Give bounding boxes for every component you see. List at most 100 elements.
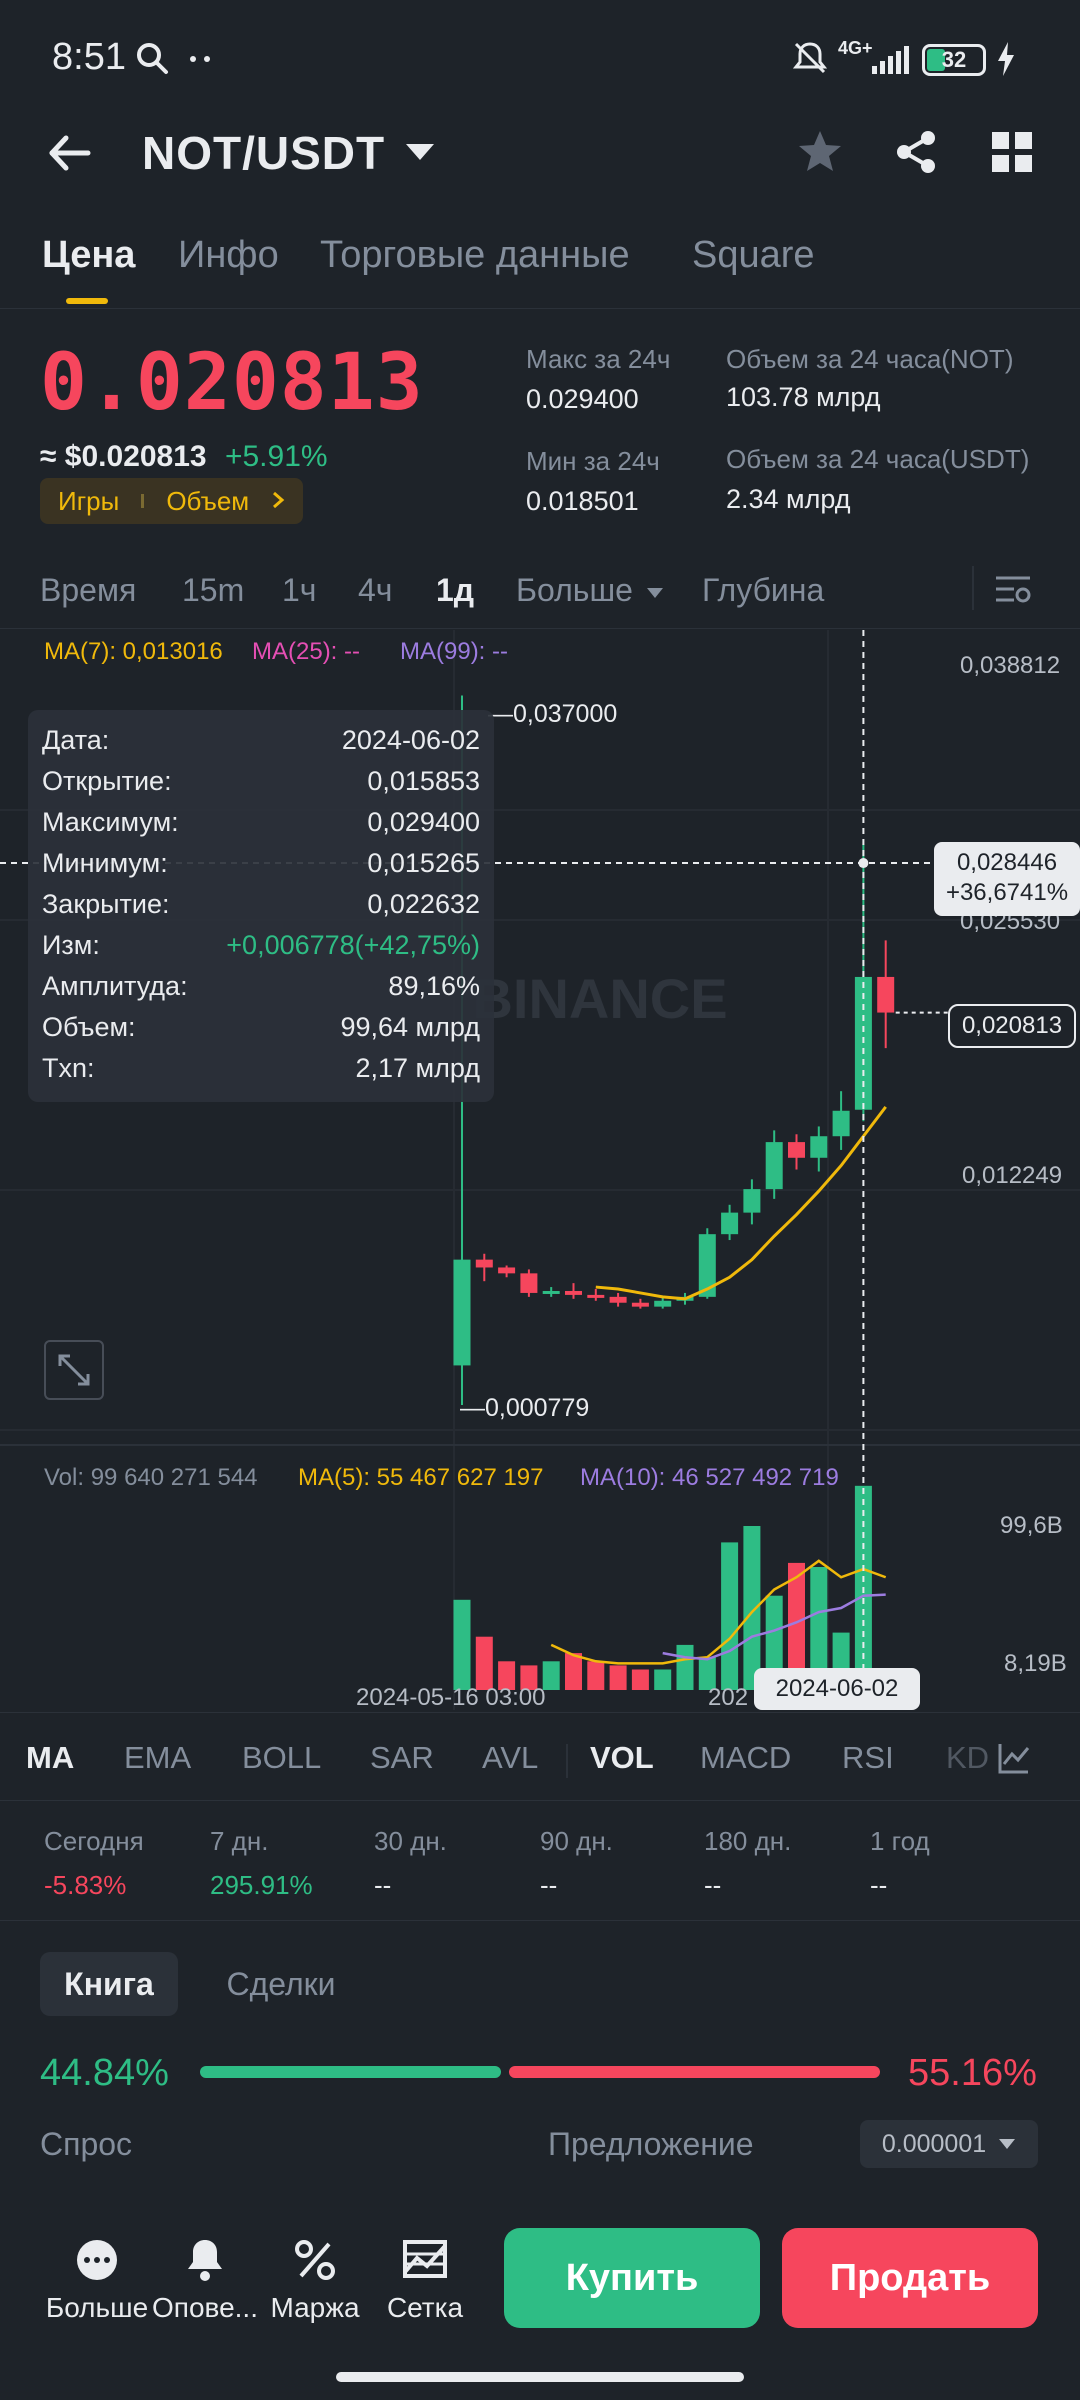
tooltip-key: Закрытие: xyxy=(42,889,170,919)
tooltip-row: Минимум: 0,015265 xyxy=(42,843,480,884)
fullscreen-button[interactable] xyxy=(44,1340,104,1400)
interval-depth[interactable]: Глубина xyxy=(702,572,824,609)
x-axis-label: 2024-05-16 03:00 xyxy=(356,1684,546,1711)
indicator-settings-icon[interactable] xyxy=(996,1740,1032,1781)
tab-square[interactable]: Square xyxy=(692,234,815,277)
chart-settings-icon[interactable] xyxy=(994,570,1032,613)
volume-bar xyxy=(721,1542,739,1690)
candle-body xyxy=(832,1110,850,1137)
tooltip-row: Дата: 2024-06-02 xyxy=(42,720,480,761)
tooltip-key: Открытие: xyxy=(42,766,172,796)
candle-body xyxy=(565,1290,582,1295)
interval-4h[interactable]: 4ч xyxy=(358,572,392,609)
bell-icon xyxy=(181,2236,229,2284)
vol-axis-label: 99,6B xyxy=(1000,1512,1063,1539)
price-usd-row: ≈ $0.020813 +5.91% xyxy=(40,440,328,474)
volume-legend: Vol: 99 640 271 544 xyxy=(44,1464,258,1491)
period-label: 180 дн. xyxy=(704,1826,792,1856)
mute-bell-icon xyxy=(790,38,830,83)
candle-body xyxy=(721,1212,739,1235)
indicator-sar[interactable]: SAR xyxy=(370,1740,434,1776)
volume-bar xyxy=(587,1661,605,1690)
price-usd: ≈ $0.020813 xyxy=(40,440,207,473)
indicator-avl[interactable]: AVL xyxy=(482,1740,538,1776)
tab-info[interactable]: Инфо xyxy=(178,234,279,277)
tooltip-key: Объем: xyxy=(42,1012,136,1042)
battery-icon: 32 xyxy=(922,44,986,76)
indicator-macd[interactable]: MACD xyxy=(700,1740,791,1776)
interval-1d[interactable]: 1д xyxy=(436,572,474,609)
tooltip-value: 2024-06-02 xyxy=(341,725,480,755)
volume-bar xyxy=(453,1599,471,1690)
indicator-ma[interactable]: MA xyxy=(26,1740,74,1776)
status-time: 8:51 xyxy=(52,36,126,78)
volume-bar xyxy=(609,1665,627,1690)
vol-usdt-value: 2.34 млрд xyxy=(726,484,851,514)
tooltip-row: Закрытие: 0,022632 xyxy=(42,884,480,925)
tab-order-book[interactable]: Книга xyxy=(40,1952,178,2016)
vol-not-value: 103.78 млрд xyxy=(726,382,881,412)
indicator-vol[interactable]: VOL xyxy=(590,1740,654,1776)
buy-button[interactable]: Купить xyxy=(504,2228,760,2328)
tag-games[interactable]: Игры xyxy=(58,486,119,517)
nav-margin[interactable]: Маржа xyxy=(260,2236,370,2324)
grid-menu-icon[interactable] xyxy=(990,130,1034,179)
period-label: Сегодня xyxy=(44,1826,144,1856)
tooltip-row: Изм: +0,006778(+42,75%) xyxy=(42,925,480,966)
candle-body xyxy=(453,1259,471,1366)
vol-usdt-label: Объем за 24 часа(USDT) xyxy=(726,444,1030,474)
nav-more[interactable]: Больше xyxy=(42,2236,152,2324)
indicator-boll[interactable]: BOLL xyxy=(242,1740,321,1776)
divider xyxy=(0,1920,1080,1921)
pair-title[interactable]: NOT/USDT xyxy=(142,126,385,180)
ma7-legend: MA(7): 0,013016 xyxy=(44,638,223,665)
volume-bar xyxy=(676,1644,694,1690)
search-icon xyxy=(134,40,170,81)
last-price: 0.020813 xyxy=(40,338,424,428)
candle-body xyxy=(587,1294,605,1298)
divider xyxy=(972,566,974,610)
tooltip-value: +0,006778(+42,75%) xyxy=(226,930,480,960)
share-icon[interactable] xyxy=(892,128,940,181)
tab-trading-data[interactable]: Торговые данные xyxy=(320,234,630,277)
period-label: 7 дн. xyxy=(210,1826,269,1856)
tab-trades[interactable]: Сделки xyxy=(204,1952,358,2016)
volume-bar xyxy=(654,1669,672,1690)
home-indicator[interactable] xyxy=(336,2372,744,2382)
precision-select[interactable]: 0.000001 xyxy=(860,2120,1038,2168)
nav-alerts[interactable]: Опове... xyxy=(150,2236,260,2324)
tooltip-key: Изм: xyxy=(42,930,100,960)
low-value: 0.018501 xyxy=(526,486,639,516)
tooltip-row: Txn: 2,17 млрд xyxy=(42,1048,480,1089)
interval-time[interactable]: Время xyxy=(40,572,136,609)
tooltip-key: Амплитуда: xyxy=(42,971,188,1001)
nav-grid[interactable]: Сетка xyxy=(370,2236,480,2324)
caret-down-icon xyxy=(646,587,663,598)
chart-watermark: BINANCE xyxy=(472,967,727,1030)
pair-dropdown-icon[interactable] xyxy=(404,142,436,167)
tooltip-row: Максимум: 0,029400 xyxy=(42,802,480,843)
dot-icon xyxy=(204,56,210,62)
interval-15m[interactable]: 15m xyxy=(182,572,244,609)
divider xyxy=(0,308,1080,309)
crosshair-percent: +36,6741% xyxy=(945,879,1069,906)
ma25-legend: MA(25): -- xyxy=(252,638,360,665)
sell-button[interactable]: Продать xyxy=(782,2228,1038,2328)
crosshair-price: 0,028446 xyxy=(956,849,1058,876)
favorite-star-icon[interactable] xyxy=(796,128,844,181)
network-type: 4G+ xyxy=(838,38,873,58)
category-tags[interactable]: Игры Объем xyxy=(40,478,304,524)
interval-1h[interactable]: 1ч xyxy=(282,572,316,609)
tag-volume[interactable]: Объем xyxy=(166,486,249,517)
ask-percent: 55.16% xyxy=(908,2052,1037,2094)
indicator-rsi[interactable]: RSI xyxy=(842,1740,894,1776)
candle-body xyxy=(520,1273,538,1293)
indicator-kd[interactable]: KD xyxy=(946,1740,989,1776)
back-button[interactable] xyxy=(44,128,94,183)
active-tab-indicator xyxy=(66,298,108,304)
interval-more[interactable]: Больше xyxy=(516,572,664,609)
y-axis-label: 0,038812 xyxy=(960,652,1061,679)
indicator-ema[interactable]: EMA xyxy=(124,1740,191,1776)
tab-price[interactable]: Цена xyxy=(42,234,135,277)
volume-bar xyxy=(475,1636,493,1690)
